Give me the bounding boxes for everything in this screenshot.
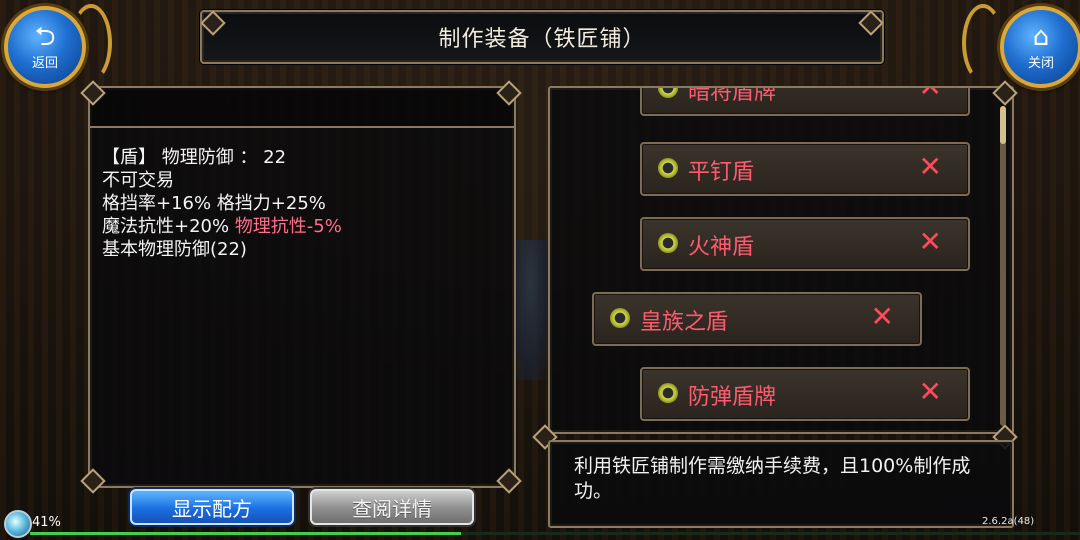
- back-button[interactable]: ⮌ 返回: [4, 6, 86, 88]
- recipe-name: 防弹盾牌: [688, 385, 777, 410]
- item-stat-positive: 魔法抗性+20%: [102, 216, 235, 237]
- version-label: 2.6.2a(48): [982, 516, 1035, 527]
- ring-icon: [658, 383, 678, 403]
- item-stat-line: 格挡率+16% 格挡力+25%: [102, 193, 326, 214]
- ring-icon: [658, 88, 678, 98]
- recipe-name: 火神盾: [688, 235, 755, 260]
- close-button[interactable]: ⌂ 关闭: [1000, 6, 1080, 88]
- recipe-list-panel: 暗将盾牌 ✕ 平钉盾 ✕ 火神盾 ✕ 皇族之盾 ✕ 防弹盾牌 ✕: [548, 86, 1014, 434]
- status-percent: 41%: [32, 515, 61, 530]
- background-character: [512, 240, 548, 380]
- item-stat-line: 基本物理防御(22): [102, 239, 247, 260]
- item-detail-panel: 【盾】 物理防御 ： 22 不可交易 格挡率+16% 格挡力+25% 魔法抗性+…: [88, 86, 516, 488]
- item-stat-line: 魔法抗性+20% 物理抗性-5%: [102, 215, 342, 238]
- info-text: 利用铁匠铺制作需缴纳手续费，且100%制作成功。: [574, 455, 971, 502]
- unavailable-x-icon: ✕: [870, 300, 894, 333]
- recipe-name: 皇族之盾: [640, 310, 729, 335]
- recipe-name: 暗将盾牌: [688, 86, 777, 105]
- unavailable-x-icon: ✕: [918, 150, 942, 183]
- back-arrow-icon: ⮌: [34, 21, 56, 52]
- item-stat-negative: 物理抗性-5%: [234, 216, 342, 237]
- item-stat-line: 不可交易: [102, 170, 174, 191]
- window-title: 制作装备（铁匠铺）: [438, 27, 646, 52]
- network-status-icon: [4, 510, 32, 538]
- unavailable-x-icon: ✕: [918, 375, 942, 408]
- item-description: 【盾】 物理防御 ： 22 不可交易 格挡率+16% 格挡力+25% 魔法抗性+…: [102, 146, 342, 261]
- progress-bar-fill: [30, 532, 461, 535]
- home-icon: ⌂: [1032, 21, 1050, 52]
- recipe-name: 平钉盾: [688, 160, 755, 185]
- back-button-label: 返回: [31, 55, 58, 71]
- recipe-scrollbar-thumb[interactable]: [1000, 106, 1006, 144]
- unavailable-x-icon: ✕: [918, 86, 942, 103]
- recipe-item[interactable]: 火神盾 ✕: [640, 217, 970, 271]
- ring-icon: [658, 158, 678, 178]
- close-button-label: 关闭: [1027, 55, 1054, 71]
- ring-icon: [658, 233, 678, 253]
- recipe-item-selected[interactable]: 皇族之盾 ✕: [592, 292, 922, 346]
- recipe-scrollbar[interactable]: [1000, 106, 1006, 426]
- view-details-button[interactable]: 查阅详情: [310, 489, 474, 525]
- ring-icon: [610, 308, 630, 328]
- show-recipe-button[interactable]: 显示配方: [130, 489, 294, 525]
- title-bar: 制作装备（铁匠铺）: [200, 10, 884, 64]
- info-box: 利用铁匠铺制作需缴纳手续费，且100%制作成功。: [548, 440, 1014, 528]
- ornament-right: [962, 4, 1004, 82]
- recipe-item[interactable]: 防弹盾牌 ✕: [640, 367, 970, 421]
- recipe-item[interactable]: 平钉盾 ✕: [640, 142, 970, 196]
- item-stat-line: 【盾】 物理防御 ： 22: [102, 147, 287, 168]
- progress-bar: [30, 532, 1080, 535]
- item-detail-header: [90, 88, 514, 128]
- recipe-item[interactable]: 暗将盾牌 ✕: [640, 86, 970, 116]
- unavailable-x-icon: ✕: [918, 225, 942, 258]
